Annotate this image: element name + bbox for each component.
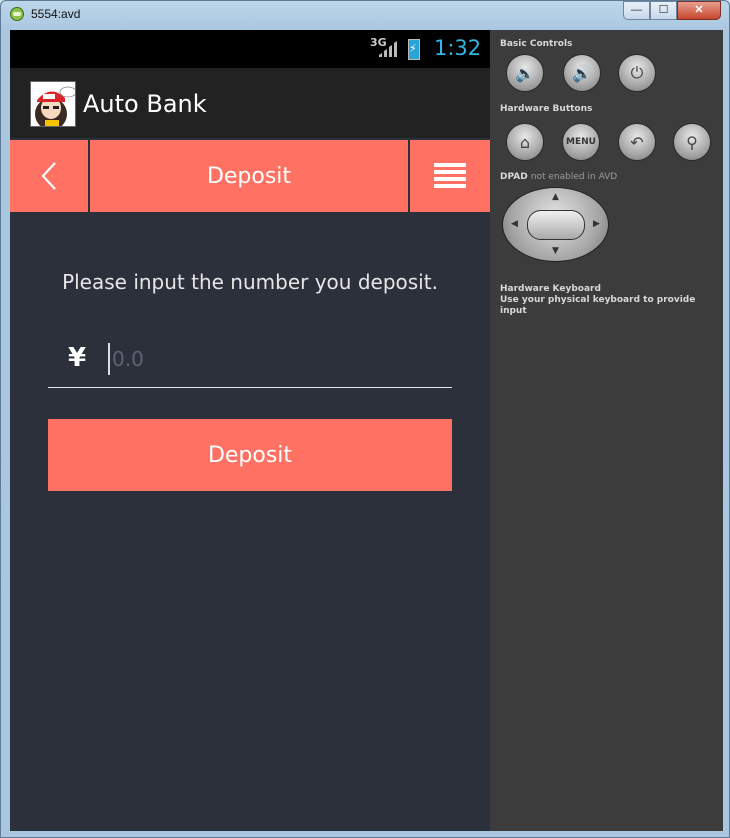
emulator-controls-panel: Basic Controls 🔈 🔊 ⏻ Hardware Buttons ⌂ … xyxy=(490,30,723,831)
hardware-keyboard-title: Hardware Keyboard xyxy=(500,284,601,294)
dpad-center-button[interactable] xyxy=(527,210,585,240)
page-title: Deposit xyxy=(90,140,410,212)
emulator-window: 5554:avd — ☐ ✕ 3G 1:32 xyxy=(0,0,730,838)
dpad-down-icon: ▼ xyxy=(552,246,559,256)
window-controls: — ☐ ✕ xyxy=(623,1,721,20)
basic-controls-title: Basic Controls xyxy=(500,39,573,49)
back-hardware-button[interactable]: ↶ xyxy=(618,123,656,161)
dpad-title: DPAD not enabled in AVD xyxy=(500,172,617,182)
deposit-button[interactable]: Deposit xyxy=(48,419,452,491)
amount-field: ¥ xyxy=(48,330,452,388)
status-bar: 3G 1:32 xyxy=(10,30,490,68)
menu-hardware-button[interactable]: MENU xyxy=(562,123,600,161)
app-title: Auto Bank xyxy=(83,90,207,118)
power-icon: ⏻ xyxy=(630,63,644,82)
volume-down-button[interactable]: 🔈 xyxy=(506,54,544,92)
dpad-right-icon: ▶ xyxy=(593,219,600,229)
dpad-up-icon: ▲ xyxy=(552,192,559,202)
battery-charging-icon xyxy=(408,39,420,60)
search-icon: ⚲ xyxy=(686,132,698,152)
volume-up-button[interactable]: 🔊 xyxy=(563,54,601,92)
power-button[interactable]: ⏻ xyxy=(618,54,656,92)
minimize-button[interactable]: — xyxy=(623,1,650,20)
search-hardware-button[interactable]: ⚲ xyxy=(673,123,711,161)
menu-lines-icon xyxy=(434,163,466,188)
signal-icon xyxy=(379,41,397,57)
maximize-button[interactable]: ☐ xyxy=(650,1,677,20)
window-titlebar[interactable]: 5554:avd — ☐ ✕ xyxy=(1,1,729,29)
chevron-left-icon xyxy=(41,162,56,190)
menu-button[interactable] xyxy=(410,140,490,212)
hardware-keyboard-note: Use your physical keyboard to provide in… xyxy=(500,295,696,316)
dpad-left-icon: ◀ xyxy=(511,219,518,229)
volume-up-icon: 🔊 xyxy=(572,63,592,83)
dpad-note: not enabled in AVD xyxy=(530,172,618,182)
dpad-control[interactable]: ▲ ▼ ◀ ▶ xyxy=(502,187,609,262)
back-button[interactable] xyxy=(10,140,90,212)
window-title: 5554:avd xyxy=(31,7,81,21)
device-screen: 3G 1:32 xyxy=(10,30,490,831)
android-icon xyxy=(10,7,24,21)
app-avatar-icon[interactable] xyxy=(30,81,76,127)
page-navbar: Deposit xyxy=(10,140,490,212)
hardware-buttons-title: Hardware Buttons xyxy=(500,104,593,114)
status-clock: 1:32 xyxy=(434,36,482,60)
undo-arrow-icon: ↶ xyxy=(630,132,644,152)
home-icon: ⌂ xyxy=(519,132,531,152)
home-button[interactable]: ⌂ xyxy=(506,123,544,161)
action-bar: Auto Bank xyxy=(10,68,490,138)
dpad-title-label: DPAD xyxy=(500,172,528,182)
close-button[interactable]: ✕ xyxy=(677,1,721,20)
volume-down-icon: 🔈 xyxy=(515,63,535,83)
yen-icon: ¥ xyxy=(68,343,87,373)
amount-input[interactable] xyxy=(108,343,438,375)
deposit-prompt: Please input the number you deposit. xyxy=(62,270,438,294)
hardware-keyboard-info: Hardware Keyboard Use your physical keyb… xyxy=(500,284,723,317)
